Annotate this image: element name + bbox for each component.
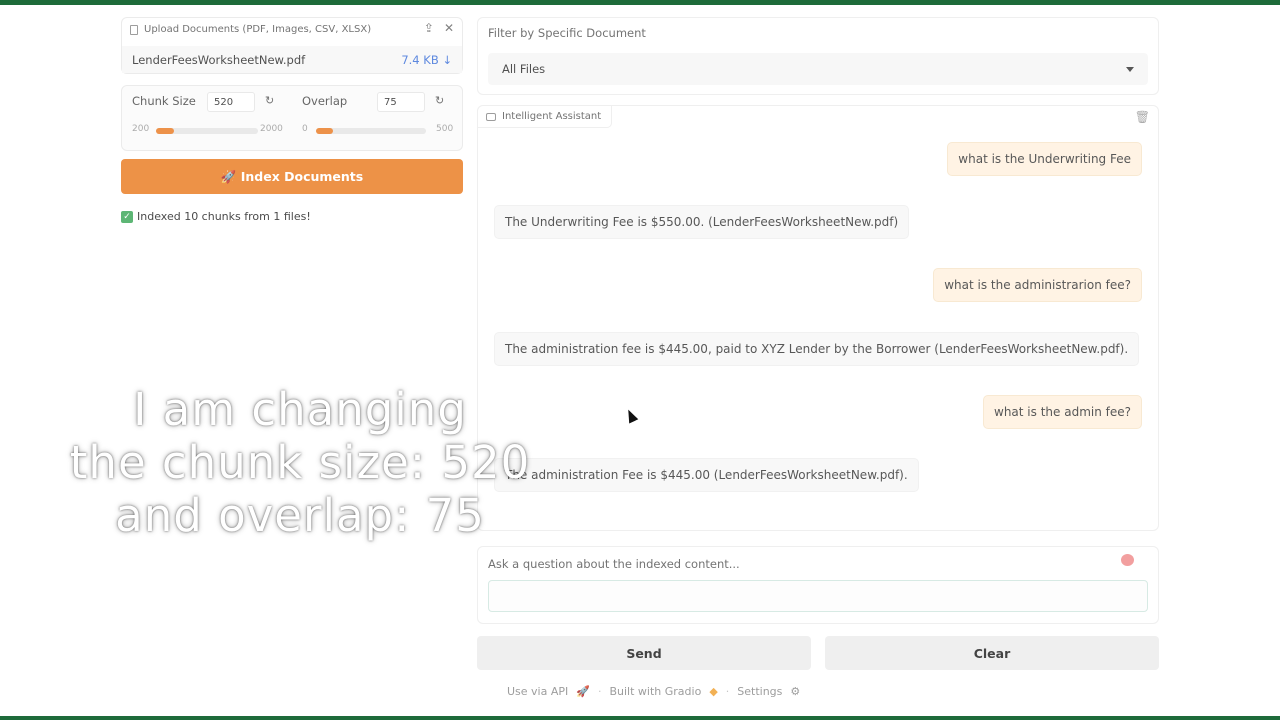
caption-line: the chunk size: 520 [69,436,531,489]
document-filter-dropdown[interactable]: All Files [488,53,1148,85]
index-status-text: Indexed 10 chunks from 1 files! [137,210,311,223]
send-label: Send [626,645,662,661]
overlap-slider[interactable] [316,128,426,134]
user-message: what is the admin fee? [983,395,1142,429]
index-button-label: 🚀 Index Documents [220,168,364,184]
file-name: LenderFeesWorksheetNew.pdf [132,52,306,67]
record-icon[interactable] [1121,554,1134,566]
caption-line: and overlap: 75 [115,489,485,542]
chat-icon [486,112,496,121]
overlap-label: Overlap [302,94,348,108]
chatbot-label: Intelligent Assistant [478,106,613,128]
user-message: what is the administrarion fee? [933,268,1142,302]
trash-icon[interactable]: 🗑 [1135,110,1150,124]
upload-panel: Upload Documents (PDF, Images, CSV, XLSX… [121,17,463,74]
rocket-icon: 🚀 [576,685,590,698]
upload-label: Upload Documents (PDF, Images, CSV, XLSX… [144,24,372,35]
index-documents-button[interactable]: 🚀 Index Documents [121,159,463,194]
footer: Use via API 🚀 · Built with Gradio ◆ · Se… [507,685,800,698]
upload-header: Upload Documents (PDF, Images, CSV, XLSX… [130,24,371,35]
message-text: what is the administrarion fee? [944,278,1131,292]
overlap-min: 0 [302,124,308,134]
caption-line: I am changing [133,383,467,436]
uploaded-file-row[interactable]: LenderFeesWorksheetNew.pdf 7.4 KB ↓ [122,46,462,73]
message-text: what is the admin fee? [994,405,1131,419]
built-with-gradio-link[interactable]: Built with Gradio [609,685,701,698]
close-icon[interactable]: ✕ [444,21,454,35]
message-text: The administration fee is $445.00, paid … [505,342,1129,356]
upload-actions: ⇪ ✕ [424,21,454,35]
gear-icon: ⚙ [790,685,801,698]
clear-button[interactable]: Clear [825,636,1159,670]
overlap-max: 500 [436,124,454,134]
chunk-size-min: 200 [132,124,150,134]
overlap-slider-fill [316,128,333,134]
file-size-download-link[interactable]: 7.4 KB ↓ [401,53,452,67]
chunk-size-max: 2000 [260,124,283,134]
gradio-logo-icon: ◆ [709,685,718,698]
question-input[interactable] [488,580,1148,612]
index-status: ✓ Indexed 10 chunks from 1 files! [121,210,311,223]
question-label: Ask a question about the indexed content… [488,557,740,571]
chunk-size-label: Chunk Size [132,94,196,108]
upload-icon[interactable]: ⇪ [424,21,434,35]
use-via-api-link[interactable]: Use via API [507,685,568,698]
clear-label: Clear [973,645,1011,661]
file-icon [130,24,138,35]
filter-panel: Filter by Specific Document All Files [477,17,1159,95]
chatbot-title: Intelligent Assistant [502,111,602,122]
user-message: what is the Underwriting Fee [947,142,1142,176]
chunk-size-slider[interactable] [156,128,258,134]
check-icon: ✓ [121,210,133,223]
footer-separator: · [597,685,602,698]
message-text: The Underwriting Fee is $550.00. (Lender… [505,215,899,229]
filter-label: Filter by Specific Document [488,26,646,40]
bot-message: The Underwriting Fee is $550.00. (Lender… [494,205,910,239]
chunk-size-slider-fill [156,128,175,134]
app-frame: Upload Documents (PDF, Images, CSV, XLSX… [0,5,1280,716]
filter-selected-value: All Files [502,62,546,76]
send-button[interactable]: Send [477,636,811,670]
overlap-control: Overlap 75 ↻ 0 500 [292,86,462,150]
message-text: what is the Underwriting Fee [958,152,1131,166]
video-caption: I am changing the chunk size: 520 and ov… [0,383,600,542]
chunk-size-input[interactable]: 520 [207,92,255,112]
indexing-params-panel: Chunk Size 520 ↻ 200 2000 Overlap 75 ↻ 0… [121,85,463,151]
footer-separator: · [725,685,730,698]
reset-icon[interactable]: ↻ [265,94,274,107]
settings-link[interactable]: Settings [737,685,782,698]
question-panel: Ask a question about the indexed content… [477,546,1159,624]
reset-icon[interactable]: ↻ [435,94,444,107]
chevron-down-icon [1126,66,1134,72]
bot-message: The administration fee is $445.00, paid … [494,332,1140,366]
chunk-size-control: Chunk Size 520 ↻ 200 2000 [122,86,292,150]
overlap-input[interactable]: 75 [377,92,425,112]
